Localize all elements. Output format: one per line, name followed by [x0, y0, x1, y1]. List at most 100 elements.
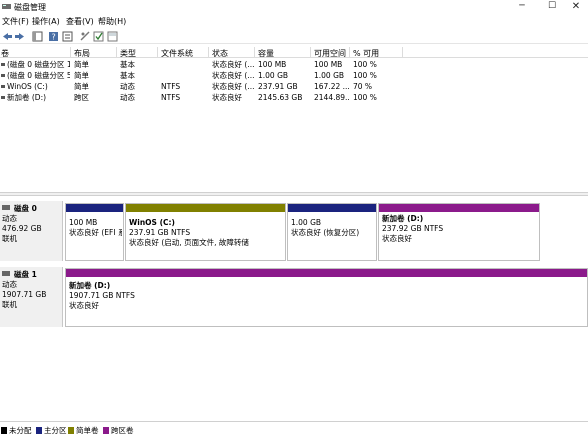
column-header-volume[interactable]: 卷: [1, 48, 9, 59]
disk-type: 动态: [2, 280, 17, 289]
free-space-cell: 100 MB: [314, 60, 343, 69]
column-header-status[interactable]: 状态: [212, 48, 228, 59]
legend-item-spanned: 跨区卷: [103, 425, 134, 436]
menu-bar: 文件(F) 操作(A) 查看(V) 帮助(H): [0, 15, 588, 28]
legend-swatch: [103, 427, 109, 434]
table-row[interactable]: WinOS (C:) 简单 动态 NTFS 状态良好 (... 237.91 G…: [0, 81, 588, 92]
volume-icon: [1, 63, 5, 66]
disk-type: 动态: [2, 214, 17, 223]
menu-action[interactable]: 操作(A): [32, 16, 60, 27]
percent-free-cell: 70 %: [353, 82, 373, 91]
status-cell: 状态良好 (...: [212, 71, 254, 80]
column-header-filesystem[interactable]: 文件系统: [161, 48, 193, 59]
type-cell: 基本: [120, 71, 135, 80]
disk-name: 磁盘 1: [14, 270, 37, 279]
partition-new-volume-d-disk1[interactable]: 新加卷 (D:) 1907.71 GB NTFS 状态良好: [65, 268, 588, 327]
maximize-button[interactable]: ☐: [540, 0, 564, 14]
layout-cell: 简单: [74, 82, 89, 91]
minimize-button[interactable]: ─: [510, 0, 534, 14]
partition-status: 状态良好 (EFI 系: [69, 228, 122, 237]
free-space-cell: 2144.89...: [314, 93, 349, 102]
svg-text:?: ?: [52, 33, 56, 42]
show-hide-tree-icon[interactable]: [32, 31, 43, 42]
legend-swatch: [36, 427, 42, 434]
window-title: 磁盘管理: [14, 3, 46, 12]
partition-recovery[interactable]: 1.00 GB 状态良好 (恢复分区): [287, 203, 377, 261]
pane-splitter[interactable]: [0, 192, 588, 196]
partition-status: 状态良好 (恢复分区): [291, 228, 360, 237]
partition-color-bar: [66, 204, 123, 212]
toolbar: ?: [0, 29, 588, 44]
properties-icon[interactable]: [62, 31, 73, 42]
legend-item-unallocated: 未分配: [1, 425, 32, 436]
back-icon[interactable]: [2, 31, 13, 42]
type-cell: 动态: [120, 82, 135, 91]
volume-cell: (磁盘 0 磁盘分区 5): [1, 70, 70, 81]
legend-bar: 未分配 主分区 简单卷 跨区卷: [0, 421, 588, 437]
capacity-cell: 100 MB: [258, 60, 287, 69]
partition-new-volume-d[interactable]: 新加卷 (D:) 237.92 GB NTFS 状态良好: [378, 203, 540, 261]
disk-size: 476.92 GB: [2, 224, 42, 233]
partition-size: 100 MB: [69, 218, 98, 227]
table-row[interactable]: (磁盘 0 磁盘分区 5) 简单 基本 状态良好 (... 1.00 GB 1.…: [0, 70, 588, 81]
legend-item-primary: 主分区: [36, 425, 67, 436]
volume-icon: [1, 74, 5, 77]
filesystem-cell: NTFS: [161, 82, 181, 91]
capacity-cell: 2145.63 GB: [258, 93, 303, 102]
partition-name: 新加卷 (D:): [69, 281, 111, 290]
legend-swatch: [68, 427, 74, 434]
check-icon[interactable]: [93, 31, 104, 42]
disk-1-label[interactable]: 磁盘 1 动态 1907.71 GB 联机: [0, 267, 63, 327]
help-icon[interactable]: ?: [48, 31, 59, 42]
volume-icon: [1, 85, 5, 88]
table-row[interactable]: (磁盘 0 磁盘分区 1) 简单 基本 状态良好 (... 100 MB 100…: [0, 59, 588, 70]
status-cell: 状态良好 (...: [212, 82, 254, 91]
partition-color-bar: [66, 269, 587, 277]
menu-file[interactable]: 文件(F): [2, 16, 29, 27]
partition-name: 新加卷 (D:): [382, 214, 424, 223]
volume-cell: 新加卷 (D:): [1, 92, 70, 103]
title-bar: 磁盘管理 ─ ☐ ✕: [0, 0, 588, 14]
disk-icon: [2, 205, 10, 210]
column-header-free-space[interactable]: 可用空间: [314, 48, 346, 59]
type-cell: 动态: [120, 93, 135, 102]
disk-management-icon: [2, 4, 11, 9]
type-cell: 基本: [120, 60, 135, 69]
column-header-type[interactable]: 类型: [120, 48, 136, 59]
column-header-percent-free[interactable]: % 可用: [353, 48, 379, 59]
refresh-icon[interactable]: [107, 31, 118, 42]
volume-icon: [1, 96, 5, 99]
partition-color-bar: [379, 204, 539, 212]
menu-view[interactable]: 查看(V): [66, 16, 94, 27]
table-row[interactable]: 新加卷 (D:) 跨区 动态 NTFS 状态良好 2145.63 GB 2144…: [0, 92, 588, 103]
disk-size: 1907.71 GB: [2, 290, 47, 299]
partition-winos-c[interactable]: WinOS (C:) 237.91 GB NTFS 状态良好 (启动, 页面文件…: [125, 203, 286, 261]
layout-cell: 简单: [74, 60, 89, 69]
forward-icon[interactable]: [14, 31, 25, 42]
connect-icon[interactable]: [80, 31, 91, 42]
column-header-capacity[interactable]: 容量: [258, 48, 274, 59]
menu-help[interactable]: 帮助(H): [98, 16, 126, 27]
disk-icon: [2, 271, 10, 276]
volume-cell: (磁盘 0 磁盘分区 1): [1, 59, 70, 70]
volume-list-header: 卷 布局 类型 文件系统 状态 容量 可用空间 % 可用: [0, 47, 588, 58]
layout-cell: 跨区: [74, 93, 89, 102]
free-space-cell: 167.22 ...: [314, 82, 349, 91]
percent-free-cell: 100 %: [353, 71, 377, 80]
status-cell: 状态良好: [212, 93, 242, 102]
close-button[interactable]: ✕: [564, 0, 588, 14]
partition-status: 状态良好 (启动, 页面文件, 故障转储: [129, 238, 249, 247]
capacity-cell: 1.00 GB: [258, 71, 289, 80]
partition-status: 状态良好: [382, 234, 412, 243]
partition-size: 237.91 GB NTFS: [129, 228, 191, 237]
disk-0-label[interactable]: 磁盘 0 动态 476.92 GB 联机: [0, 201, 63, 261]
volume-cell: WinOS (C:): [1, 81, 70, 92]
column-header-layout[interactable]: 布局: [74, 48, 90, 59]
percent-free-cell: 100 %: [353, 93, 377, 102]
percent-free-cell: 100 %: [353, 60, 377, 69]
free-space-cell: 1.00 GB: [314, 71, 345, 80]
disk-state: 联机: [2, 234, 17, 243]
partition-efi[interactable]: 100 MB 状态良好 (EFI 系: [65, 203, 124, 261]
partition-size: 237.92 GB NTFS: [382, 224, 444, 233]
layout-cell: 简单: [74, 71, 89, 80]
